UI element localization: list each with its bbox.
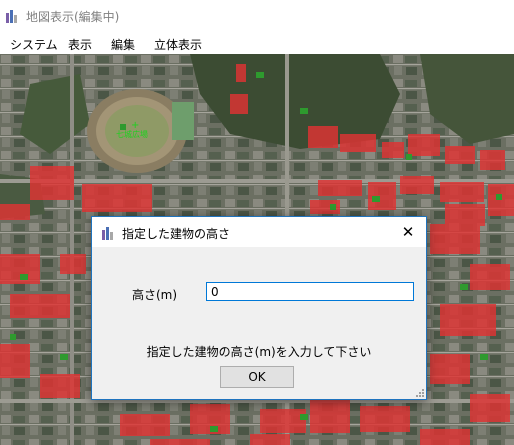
close-icon[interactable]: ✕ xyxy=(394,221,422,243)
resize-grip-icon[interactable] xyxy=(415,388,425,398)
height-input[interactable] xyxy=(206,282,414,301)
app-icon xyxy=(6,10,17,23)
instruction-text: 指定した建物の高さ(m)を入力して下さい xyxy=(146,345,372,359)
dialog-titlebar[interactable]: 指定した建物の高さ ✕ xyxy=(92,217,426,247)
app-icon xyxy=(102,227,113,240)
svg-text:+: + xyxy=(131,120,139,131)
window-title: 地図表示(編集中) xyxy=(26,10,120,24)
menu-bar: システム 表示 編集 立体表示 xyxy=(0,32,514,54)
height-label: 高さ(m) xyxy=(132,288,178,302)
ok-button[interactable]: OK xyxy=(220,366,294,388)
menu-3d-view[interactable]: 立体表示 xyxy=(154,36,202,53)
menu-edit[interactable]: 編集 xyxy=(111,36,135,53)
menu-system[interactable]: システム xyxy=(10,36,58,53)
menu-view[interactable]: 表示 xyxy=(68,36,92,53)
building-height-dialog: 指定した建物の高さ ✕ 高さ(m) 指定した建物の高さ(m)を入力して下さい O… xyxy=(91,216,427,400)
window-titlebar: 地図表示(編集中) xyxy=(0,0,514,32)
dialog-title: 指定した建物の高さ xyxy=(122,227,231,241)
